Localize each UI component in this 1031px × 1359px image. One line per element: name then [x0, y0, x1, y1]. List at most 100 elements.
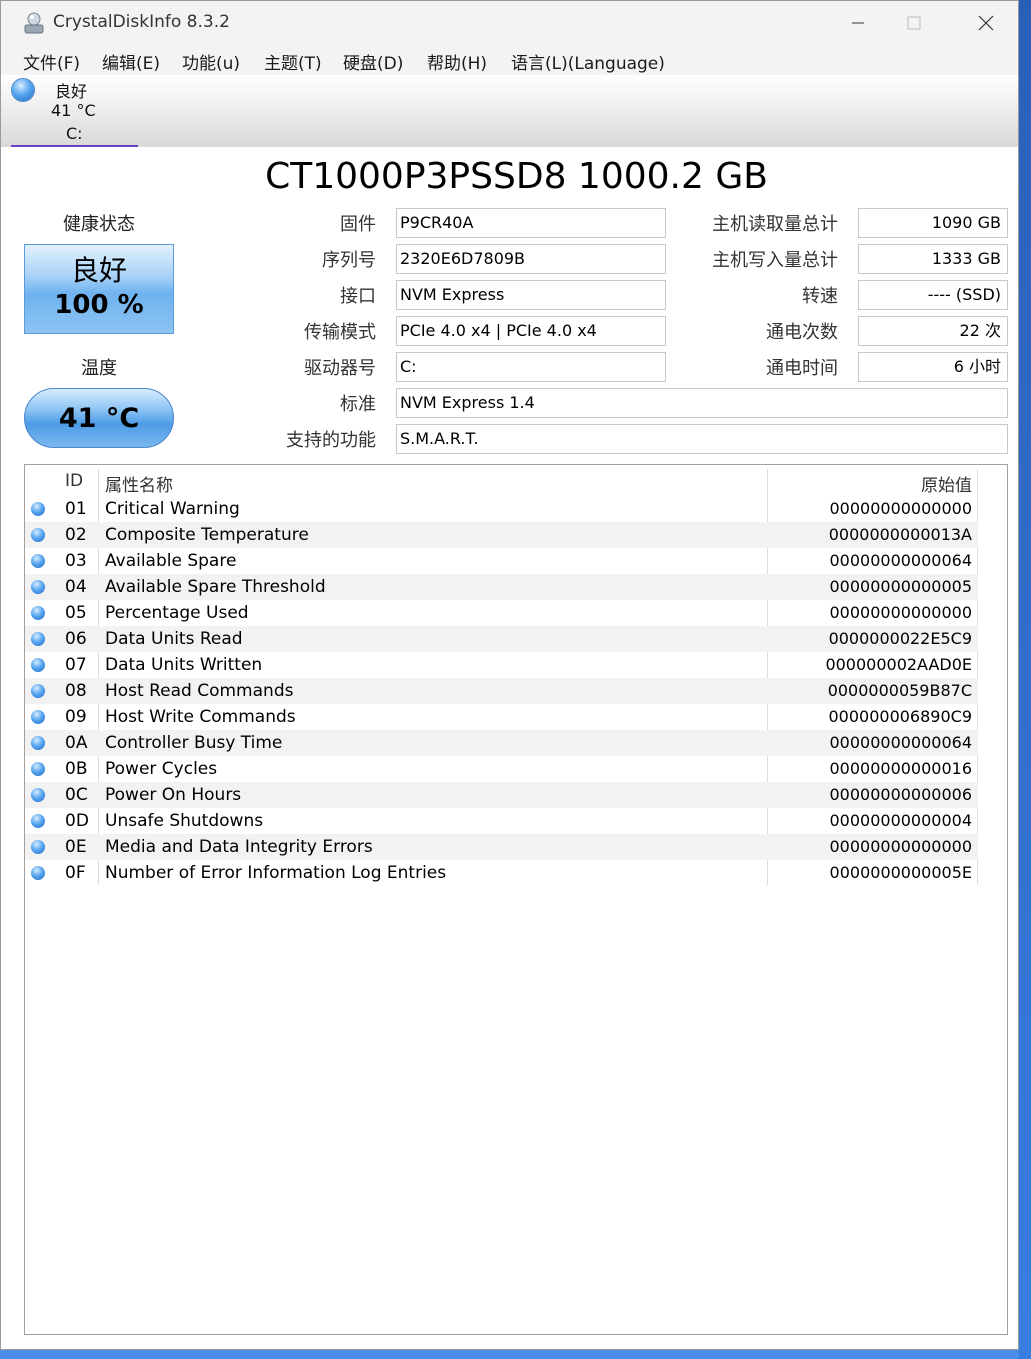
crystaldiskinfo-app-icon — [24, 12, 44, 34]
table-row[interactable]: 04 Available Spare Threshold 0000000000000… — [25, 574, 978, 600]
attribute-id: 0D — [65, 811, 89, 831]
table-row[interactable]: 0A Controller Busy Time 00000000000064 — [25, 730, 978, 756]
status-good-icon — [31, 658, 45, 672]
status-good-icon — [31, 736, 45, 750]
smart-attributes-table[interactable]: ID 属性名称 原始值 01 Critical Warning 0000000000… — [24, 464, 1008, 1335]
drive-tab-c[interactable]: 良好 41 °C C: — [11, 75, 138, 147]
table-row[interactable]: 07 Data Units Written 000000002AAD0E — [25, 652, 978, 678]
table-row[interactable]: 0C Power On Hours 00000000000006 — [25, 782, 978, 808]
status-good-icon — [31, 788, 45, 802]
table-row[interactable]: 05 Percentage Used 00000000000000 — [25, 600, 978, 626]
standard-field: NVM Express 1.4 — [396, 388, 1008, 418]
host-writes-field: 1333 GB — [858, 244, 1008, 274]
transfer-mode-label: 传输模式 — [304, 322, 376, 343]
table-row[interactable]: 0E Media and Data Integrity Errors 0000000… — [25, 834, 978, 860]
attribute-raw-value: 000000002AAD0E — [825, 655, 972, 674]
firmware-label: 固件 — [340, 214, 376, 235]
attribute-name: Host Read Commands — [105, 681, 294, 701]
firmware-field: P9CR40A — [396, 208, 666, 238]
minimize-icon — [852, 22, 864, 24]
rotation-field: ---- (SSD) — [858, 280, 1008, 310]
attribute-raw-value: 0000000059B87C — [827, 681, 972, 700]
attribute-id: 01 — [65, 499, 87, 519]
health-status-button[interactable]: 良好 100 % — [24, 244, 174, 334]
attribute-raw-value: 0000000022E5C9 — [828, 629, 972, 648]
column-header-id[interactable]: ID — [65, 471, 83, 491]
attribute-name: Number of Error Information Log Entries — [105, 863, 447, 883]
attribute-raw-value: 000000006890C9 — [828, 707, 972, 726]
active-tab-indicator — [11, 145, 138, 147]
drive-letter-label: 驱动器号 — [304, 358, 376, 379]
menu-theme[interactable]: 主题(T) — [264, 49, 322, 74]
menu-file[interactable]: 文件(F) — [23, 49, 80, 74]
attribute-name: Host Write Commands — [105, 707, 296, 727]
attribute-id: 07 — [65, 655, 87, 675]
attribute-name: Available Spare — [105, 551, 237, 571]
drive-tab-bar: 良好 41 °C C: — [1, 75, 1018, 147]
attribute-name: Power Cycles — [105, 759, 218, 779]
status-good-icon — [31, 762, 45, 776]
column-header-raw[interactable]: 原始值 — [921, 471, 972, 496]
table-header: ID 属性名称 原始值 — [25, 465, 1007, 496]
interface-label: 接口 — [340, 286, 376, 307]
desktop-background — [1019, 0, 1031, 1359]
table-row[interactable]: 01 Critical Warning 00000000000000 — [25, 496, 978, 522]
power-hours-field: 6 小时 — [858, 352, 1008, 382]
attribute-id: 06 — [65, 629, 87, 649]
transfer-mode-field: PCIe 4.0 x4 | PCIe 4.0 x4 — [396, 316, 666, 346]
attribute-raw-value: 00000000000064 — [829, 551, 972, 570]
menu-disk[interactable]: 硬盘(D) — [343, 49, 403, 74]
table-row[interactable]: 0F Number of Error Information Log Entrie… — [25, 860, 978, 886]
attribute-raw-value: 00000000000005 — [829, 577, 972, 596]
attribute-id: 08 — [65, 681, 87, 701]
drive-letter-field: C: — [396, 352, 666, 382]
menu-help[interactable]: 帮助(H) — [427, 49, 487, 74]
attribute-id: 04 — [65, 577, 87, 597]
attribute-raw-value: 00000000000000 — [829, 603, 972, 622]
table-row[interactable]: 0B Power Cycles 00000000000016 — [25, 756, 978, 782]
status-good-icon — [31, 632, 45, 646]
drive-tab-temp: 41 °C — [51, 101, 96, 120]
attribute-name: Percentage Used — [105, 603, 249, 623]
drive-tab-status: 良好 — [55, 82, 88, 101]
attribute-id: 0E — [65, 837, 87, 857]
title-bar[interactable]: CrystalDiskInfo 8.3.2 — [1, 1, 1018, 45]
attribute-id: 0B — [65, 759, 88, 779]
host-writes-label: 主机写入量总计 — [712, 250, 838, 271]
menu-language[interactable]: 语言(L)(Language) — [511, 49, 665, 74]
close-button[interactable] — [963, 7, 1009, 39]
temperature-button[interactable]: 41 °C — [24, 388, 174, 448]
attribute-id: 03 — [65, 551, 87, 571]
temperature-value: 41 °C — [58, 403, 140, 434]
table-row[interactable]: 06 Data Units Read 0000000022E5C9 — [25, 626, 978, 652]
attribute-raw-value: 0000000000013A — [828, 525, 972, 544]
close-icon — [978, 15, 994, 31]
attribute-name: Critical Warning — [105, 499, 240, 519]
power-count-label: 通电次数 — [766, 322, 838, 343]
window-title: CrystalDiskInfo 8.3.2 — [53, 12, 230, 32]
status-good-icon — [31, 528, 45, 542]
column-header-name[interactable]: 属性名称 — [105, 471, 173, 496]
table-row[interactable]: 03 Available Spare 00000000000064 — [25, 548, 978, 574]
attribute-name: Composite Temperature — [105, 525, 309, 545]
table-row[interactable]: 09 Host Write Commands 000000006890C9 — [25, 704, 978, 730]
health-status-text: 良好 — [70, 254, 127, 287]
app-window: CrystalDiskInfo 8.3.2 文件(F) 编辑(E) 功能(u) … — [0, 0, 1019, 1350]
status-good-icon — [31, 554, 45, 568]
attribute-raw-value: 00000000000000 — [829, 499, 972, 518]
menu-function[interactable]: 功能(u) — [182, 49, 240, 74]
attribute-raw-value: 00000000000006 — [829, 785, 972, 804]
attribute-id: 05 — [65, 603, 87, 623]
menu-edit[interactable]: 编辑(E) — [102, 49, 160, 74]
table-row[interactable]: 02 Composite Temperature 0000000000013A — [25, 522, 978, 548]
table-row[interactable]: 08 Host Read Commands 0000000059B87C — [25, 678, 978, 704]
features-label: 支持的功能 — [286, 430, 376, 451]
maximize-icon — [907, 16, 921, 30]
drive-tab-letter: C: — [66, 124, 83, 143]
attribute-raw-value: 00000000000000 — [829, 837, 972, 856]
table-row[interactable]: 0D Unsafe Shutdowns 00000000000004 — [25, 808, 978, 834]
maximize-button[interactable] — [891, 7, 937, 39]
interface-field: NVM Express — [396, 280, 666, 310]
minimize-button[interactable] — [835, 7, 881, 39]
serial-label: 序列号 — [322, 250, 376, 271]
